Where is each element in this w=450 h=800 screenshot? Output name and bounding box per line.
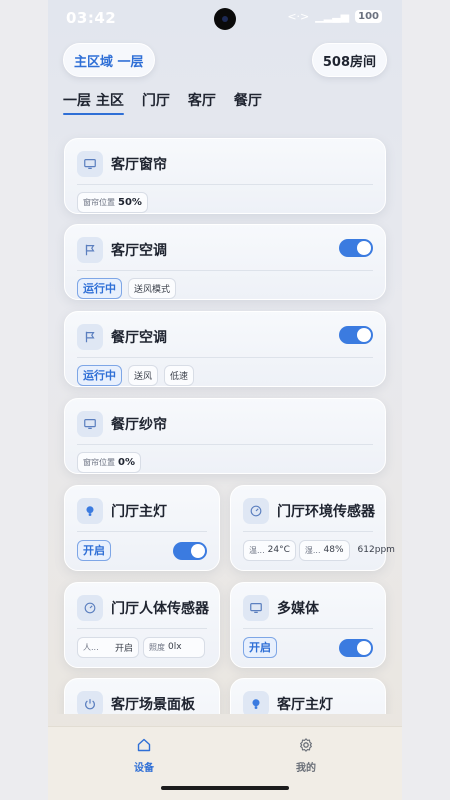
- power-toggle[interactable]: [173, 542, 207, 560]
- curtain-position-label: 窗帘位置: [83, 197, 115, 207]
- device-title: 客厅窗帘: [111, 157, 167, 173]
- nfc-icon: <·>: [287, 10, 310, 23]
- device-card-hall-env-sensor[interactable]: 门厅环境传感器 温... 24°C 湿... 48% 612ppm: [230, 485, 395, 571]
- mode-tag: 送风: [128, 364, 159, 386]
- power-toggle[interactable]: [339, 239, 373, 257]
- device-title: 客厅主灯: [277, 697, 333, 713]
- nav-devices[interactable]: 设备: [114, 737, 174, 775]
- divider: [243, 531, 373, 532]
- nav-mine[interactable]: 我的: [276, 737, 336, 775]
- device-card-hall-light[interactable]: 门厅主灯 开启: [64, 485, 220, 571]
- curtain-position-tag: 窗帘位置 0%: [77, 451, 141, 473]
- device-list[interactable]: 客厅窗帘 窗帘位置 50% 客厅空调 运行中 送风模式 餐厅空调 运行中 送风 …: [48, 126, 402, 714]
- device-card-living-scene-panel[interactable]: 客厅场景面板: [64, 678, 220, 714]
- humidity-tag: 湿... 48%: [298, 539, 350, 561]
- divider: [77, 531, 207, 532]
- divider: [77, 357, 373, 358]
- nav-mine-label: 我的: [296, 763, 316, 774]
- home-indicator[interactable]: [161, 786, 289, 790]
- device-title: 门厅主灯: [111, 504, 167, 520]
- running-status-tag: 运行中: [77, 364, 122, 386]
- presence-tag: 人... 开启: [77, 636, 139, 658]
- flag-icon: [77, 324, 103, 350]
- humidity-value: 48%: [323, 545, 344, 555]
- gear-icon: [300, 738, 312, 752]
- gauge-icon: [77, 595, 103, 621]
- area-selector-chip[interactable]: 主区域 一层: [63, 43, 155, 77]
- device-card-living-curtain[interactable]: 客厅窗帘 窗帘位置 50%: [64, 138, 386, 214]
- battery-icon: 100: [355, 10, 382, 23]
- tab-floor1-main[interactable]: 一层 主区: [63, 90, 124, 115]
- divider: [77, 184, 373, 185]
- device-card-hall-motion-sensor[interactable]: 门厅人体传感器 人... 开启 照度 0lx: [64, 582, 220, 668]
- light-status-tag: 开启: [77, 539, 111, 561]
- monitor-icon: [243, 595, 269, 621]
- front-camera: [214, 8, 236, 30]
- divider: [243, 628, 373, 629]
- device-title: 餐厅纱帘: [111, 417, 167, 433]
- illuminance-tag: 照度 0lx: [143, 636, 205, 658]
- flag-icon: [77, 237, 103, 263]
- status-icons: <·> ▁▂▃▅ 100: [287, 10, 382, 23]
- home-icon: [137, 738, 151, 752]
- device-card-living-light[interactable]: 客厅主灯: [230, 678, 386, 714]
- co2-tag: 612ppm: [357, 545, 395, 555]
- device-title: 客厅空调: [111, 243, 167, 259]
- device-card-living-ac[interactable]: 客厅空调 运行中 送风模式: [64, 224, 386, 300]
- device-title: 餐厅空调: [111, 330, 167, 346]
- status-time: 03:42: [66, 9, 117, 27]
- status-bar: 03:42 <·> ▁▂▃▅ 100: [48, 0, 402, 36]
- divider: [77, 444, 373, 445]
- device-card-dining-sheer[interactable]: 餐厅纱帘 窗帘位置 0%: [64, 398, 386, 474]
- monitor-icon: [77, 411, 103, 437]
- device-card-dining-ac[interactable]: 餐厅空调 运行中 送风 低速: [64, 311, 386, 387]
- monitor-icon: [77, 151, 103, 177]
- curtain-position-label: 窗帘位置: [83, 457, 115, 467]
- room-tabs: 一层 主区 门厅 客厅 餐厅: [63, 90, 262, 115]
- device-title: 客厅场景面板: [111, 697, 195, 713]
- humidity-label: 湿...: [304, 545, 321, 555]
- device-card-multimedia[interactable]: 多媒体 开启: [230, 582, 386, 668]
- bulb-icon: [243, 691, 269, 714]
- tab-living[interactable]: 客厅: [188, 90, 216, 115]
- divider: [77, 628, 207, 629]
- nav-devices-label: 设备: [134, 763, 154, 774]
- presence-value: 开启: [114, 643, 133, 654]
- fan-speed-tag: 低速: [164, 364, 195, 386]
- curtain-position-value: 50%: [118, 196, 142, 208]
- presence-label: 人...: [83, 642, 99, 652]
- power-icon: [77, 691, 103, 714]
- temperature-label: 温...: [249, 545, 265, 555]
- temperature-value: 24°C: [267, 545, 290, 555]
- curtain-position-tag: 窗帘位置 50%: [77, 191, 148, 213]
- app-screen: 03:42 <·> ▁▂▃▅ 100 主区域 一层 508房间 一层 主区 门厅…: [48, 0, 402, 800]
- curtain-position-value: 0%: [118, 456, 135, 468]
- mode-tag: 送风模式: [128, 277, 177, 299]
- tab-hall[interactable]: 门厅: [142, 90, 170, 115]
- power-toggle[interactable]: [339, 326, 373, 344]
- room-count-chip[interactable]: 508房间: [311, 43, 387, 77]
- device-title: 门厅人体传感器: [111, 601, 209, 617]
- multimedia-status-tag: 开启: [243, 636, 277, 658]
- illuminance-label: 照度: [149, 642, 165, 652]
- device-title: 门厅环境传感器: [277, 504, 375, 520]
- signal-icon: ▁▂▃▅: [315, 10, 350, 23]
- illuminance-value: 0lx: [168, 642, 182, 652]
- gauge-icon: [243, 498, 269, 524]
- tab-dining[interactable]: 餐厅: [234, 90, 262, 115]
- device-title: 多媒体: [277, 601, 319, 617]
- temperature-tag: 温... 24°C: [243, 539, 296, 561]
- power-toggle[interactable]: [339, 639, 373, 657]
- divider: [77, 270, 373, 271]
- bulb-icon: [77, 498, 103, 524]
- running-status-tag: 运行中: [77, 277, 122, 299]
